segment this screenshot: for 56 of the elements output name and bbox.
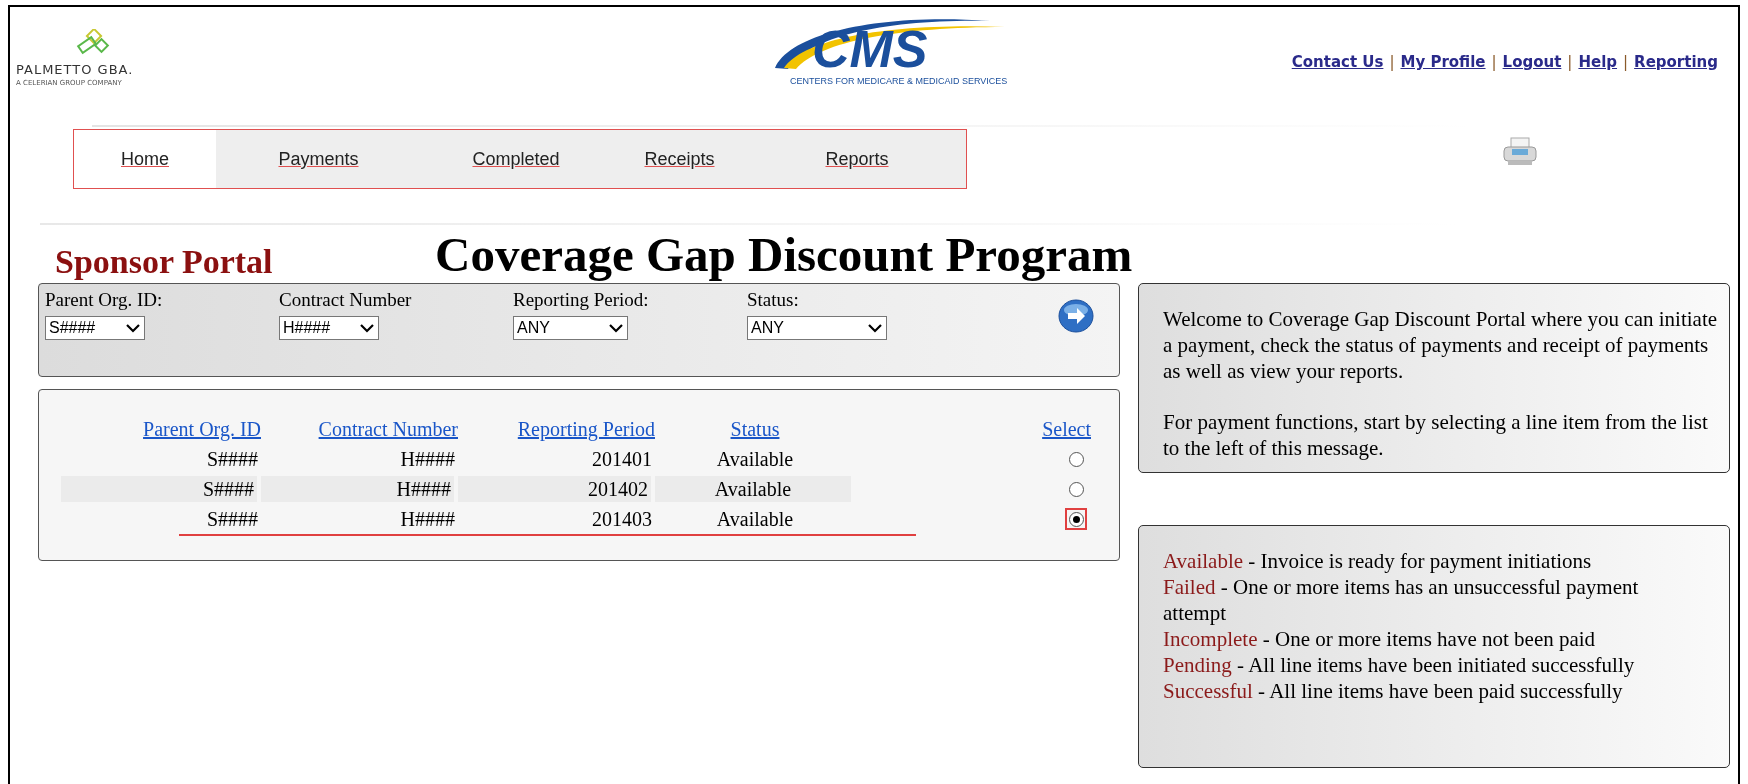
column-header-link[interactable]: Reporting Period bbox=[517, 414, 655, 444]
table-cell-text: 201401 bbox=[591, 447, 653, 472]
table-cell-text: S#### bbox=[205, 507, 259, 532]
table-cell: 201402 bbox=[458, 476, 651, 502]
table-cell-text: Available bbox=[715, 447, 795, 472]
filter-dropdown[interactable]: S#### bbox=[45, 316, 145, 340]
table-cell-text: Available bbox=[715, 507, 795, 532]
nav-tab[interactable]: Reports bbox=[748, 130, 966, 188]
column-header-link[interactable]: Contract Number bbox=[318, 414, 458, 444]
status-legend-entry: Pending - All line items have been initiated successfully bbox=[1163, 652, 1636, 678]
status-legend-entry: Available - Invoice is ready for payment initiations bbox=[1163, 548, 1593, 574]
go-arrow-button[interactable] bbox=[1057, 298, 1095, 334]
filter-dropdown[interactable]: ANY bbox=[513, 316, 628, 340]
column-header-link[interactable]: Select bbox=[1042, 414, 1091, 444]
status-legend-entry: Incomplete - One or more items have not been paid bbox=[1163, 626, 1597, 652]
instructions-message: For payment functions, start by selecting a line item from the list to the left of this message. bbox=[1163, 409, 1709, 461]
cms-tagline: CENTERS FOR MEDICARE & MEDICAID SERVICES bbox=[790, 77, 1008, 86]
welcome-message: Welcome to Coverage Gap Discount Portal where you can initiate a payment, check the status of payments and receipt of payments as well as view your reports. bbox=[1163, 306, 1719, 384]
printer-icon[interactable] bbox=[1502, 137, 1538, 167]
table-cell-text: H#### bbox=[399, 447, 456, 472]
nav-tab[interactable]: Payments bbox=[216, 130, 421, 188]
filter-label: Reporting Period: bbox=[513, 288, 649, 312]
status-legend-entry: Successful - All line items have been paid successfully bbox=[1163, 678, 1624, 704]
link-separator: | bbox=[1491, 52, 1497, 73]
row-radio[interactable] bbox=[1065, 508, 1087, 530]
chevron-down-icon bbox=[608, 323, 624, 333]
nav-tab[interactable]: Completed bbox=[421, 130, 611, 188]
chevron-down-icon bbox=[359, 323, 375, 333]
header-link[interactable]: Logout bbox=[1502, 51, 1562, 74]
link-separator: | bbox=[1567, 52, 1573, 73]
status-legend-entry: Failed - One or more items has an unsuccessful payment attempt bbox=[1163, 574, 1640, 626]
chevron-down-icon bbox=[867, 323, 883, 333]
page-title: Coverage Gap Discount Program bbox=[435, 230, 1133, 279]
filter-label: Status: bbox=[747, 288, 799, 312]
link-separator: | bbox=[1623, 52, 1629, 73]
filter-label: Parent Org. ID: bbox=[45, 288, 163, 312]
header-link[interactable]: Help bbox=[1578, 51, 1618, 74]
column-header-link[interactable]: Status bbox=[730, 414, 780, 444]
table-cell-text: 201403 bbox=[591, 507, 653, 532]
header-link[interactable]: My Profile bbox=[1400, 51, 1486, 74]
table-cell: S#### bbox=[61, 476, 257, 502]
table-cell: Available bbox=[655, 476, 851, 502]
chevron-down-icon bbox=[125, 323, 141, 333]
link-separator: | bbox=[1389, 52, 1395, 73]
table-cell-text: H#### bbox=[399, 507, 456, 532]
filter-dropdown[interactable]: H#### bbox=[279, 316, 379, 340]
filter-dropdown[interactable]: ANY bbox=[747, 316, 887, 340]
portal-label: Sponsor Portal bbox=[55, 245, 274, 279]
company-logo-text: PALMETTO GBA. bbox=[16, 63, 134, 76]
header-link[interactable]: Contact Us bbox=[1291, 51, 1384, 74]
header-link[interactable]: Reporting bbox=[1634, 51, 1718, 74]
nav-tab[interactable]: Receipts bbox=[611, 130, 748, 188]
column-header-link[interactable]: Parent Org. ID bbox=[143, 414, 261, 444]
table-cell-text: S#### bbox=[205, 447, 259, 472]
table-cell: H#### bbox=[261, 476, 454, 502]
filter-label: Contract Number bbox=[279, 288, 412, 312]
